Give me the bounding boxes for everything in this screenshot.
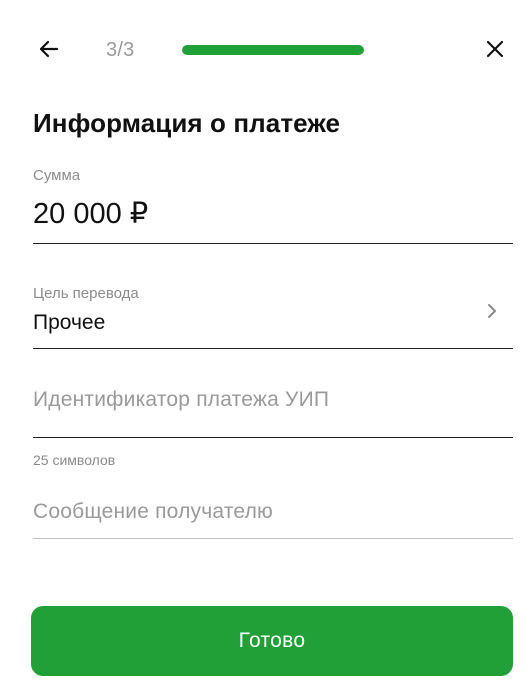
purpose-label: Цель перевода xyxy=(33,285,139,302)
message-underline xyxy=(33,538,513,539)
arrow-left-icon xyxy=(37,37,61,66)
uip-underline xyxy=(33,437,513,438)
header: 3/3 xyxy=(0,0,526,100)
close-icon xyxy=(484,38,506,65)
page-title: Информация о платеже xyxy=(33,108,341,138)
close-button[interactable] xyxy=(480,36,510,66)
uip-input[interactable]: Идентификатор платежа УИП xyxy=(33,386,513,442)
progress-bar-fill xyxy=(182,45,364,55)
transfer-purpose-select[interactable]: Цель перевода Прочее xyxy=(33,284,513,352)
back-button[interactable] xyxy=(34,36,64,66)
purpose-underline xyxy=(33,348,513,349)
amount-underline xyxy=(33,243,513,244)
amount-value: 20 000 ₽ xyxy=(33,198,149,230)
payment-info-screen: 3/3 Информация о платеже Сумма 20 000 ₽ … xyxy=(0,0,526,686)
amount-label: Сумма xyxy=(33,167,81,184)
uip-placeholder: Идентификатор платежа УИП xyxy=(33,388,330,411)
chevron-right-icon xyxy=(483,302,501,320)
step-indicator: 3/3 xyxy=(106,39,135,61)
message-placeholder: Сообщение получателю xyxy=(33,500,273,523)
done-button[interactable]: Готово xyxy=(31,606,513,676)
message-input[interactable]: Сообщение получателю xyxy=(33,498,513,542)
progress-bar xyxy=(182,45,364,55)
uip-hint: 25 символов xyxy=(33,452,116,468)
purpose-value: Прочее xyxy=(33,311,106,334)
amount-field[interactable]: Сумма 20 000 ₽ xyxy=(33,166,513,246)
